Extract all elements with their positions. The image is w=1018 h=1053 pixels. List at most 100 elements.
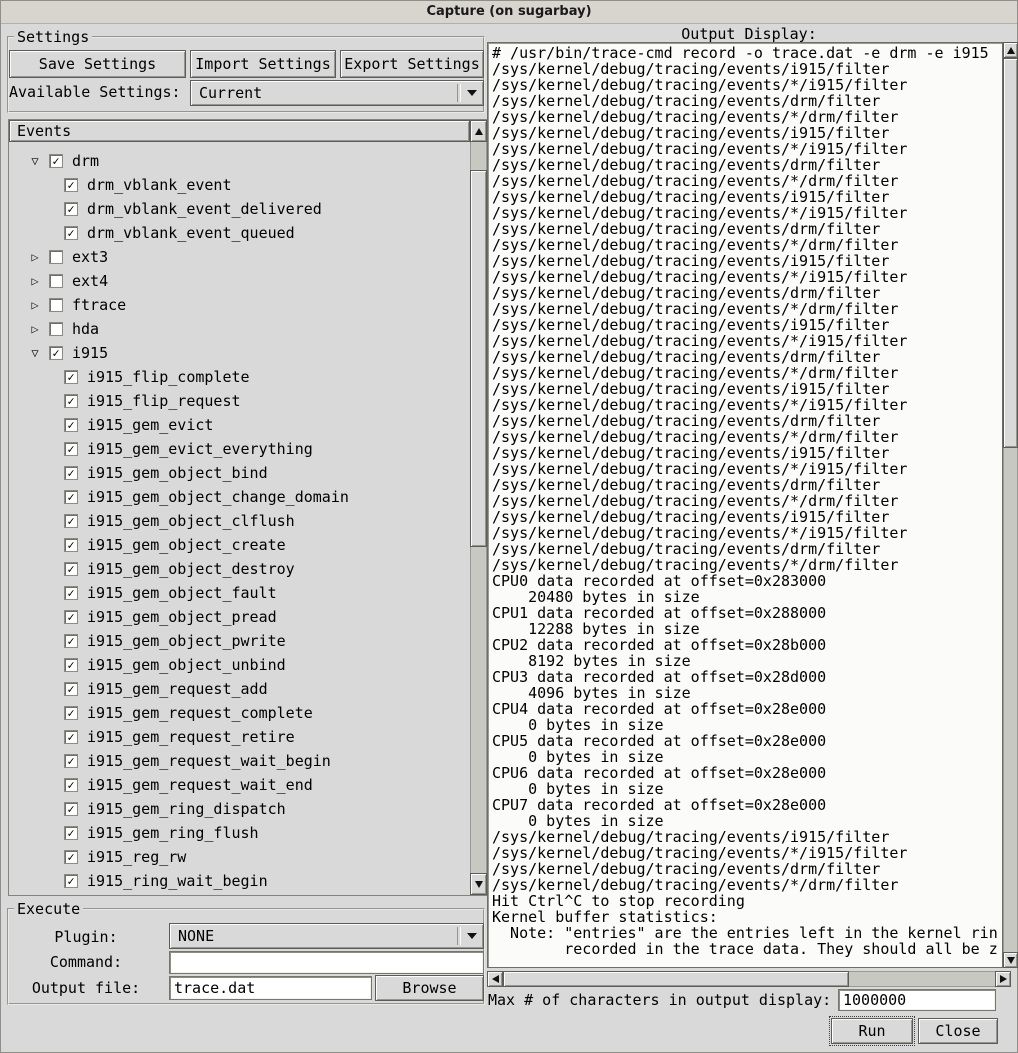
- events-scroll-up-button[interactable]: [470, 120, 487, 142]
- expander-closed-icon[interactable]: ▷: [27, 298, 43, 312]
- save-settings-button[interactable]: Save Settings: [9, 50, 186, 78]
- event-tree-row[interactable]: ✓i915_gem_request_add: [9, 677, 470, 701]
- event-checkbox[interactable]: ✓: [64, 226, 78, 240]
- event-checkbox[interactable]: ✓: [64, 490, 78, 504]
- event-tree-row[interactable]: ✓ i915_gem_object_bind: [9, 461, 470, 485]
- event-tree-row[interactable]: ✓i915_gem_evict_everything: [9, 437, 470, 461]
- event-tree-row[interactable]: ✓drm_vblank_event: [9, 173, 470, 197]
- event-checkbox[interactable]: ✓: [64, 514, 78, 528]
- event-checkbox[interactable]: [49, 298, 63, 312]
- event-checkbox[interactable]: ✓: [64, 442, 78, 456]
- event-tree-row[interactable]: ▷ext3: [9, 245, 470, 269]
- available-settings-combo[interactable]: Current: [190, 80, 484, 106]
- event-label[interactable]: i915_ring_wait_begin: [87, 872, 268, 890]
- event-checkbox[interactable]: ✓: [64, 802, 78, 816]
- event-label[interactable]: drm_vblank_event_queued: [87, 224, 295, 242]
- event-checkbox[interactable]: ✓: [64, 202, 78, 216]
- events-column-header[interactable]: Events: [9, 120, 470, 142]
- expander-closed-icon[interactable]: ▷: [27, 322, 43, 336]
- event-checkbox[interactable]: ✓: [64, 538, 78, 552]
- expander-open-icon[interactable]: ▽: [27, 346, 43, 360]
- event-tree-row[interactable]: ▷ ext4: [9, 269, 470, 293]
- command-input[interactable]: [169, 951, 484, 974]
- output-file-input[interactable]: [169, 976, 372, 1000]
- event-tree-row[interactable]: ✓ drm_vblank_event_delivered: [9, 197, 470, 221]
- event-tree-row[interactable]: ✓ i915_gem_evict: [9, 413, 470, 437]
- event-checkbox[interactable]: ✓: [64, 178, 78, 192]
- event-tree-row[interactable]: ✓ i915_gem_object_unbind: [9, 653, 470, 677]
- event-tree-row[interactable]: ✓ i915_gem_request_retire: [9, 725, 470, 749]
- event-label[interactable]: i915_flip_complete: [87, 368, 250, 386]
- event-tree-row[interactable]: ▽✓drm: [9, 149, 470, 173]
- event-tree-row[interactable]: ✓ i915_reg_rw: [9, 845, 470, 869]
- event-label[interactable]: drm_vblank_event_delivered: [87, 200, 322, 218]
- output-display[interactable]: # /usr/bin/trace-cmd record -o trace.dat…: [487, 42, 1003, 968]
- output-scroll-up-button[interactable]: [1003, 42, 1018, 58]
- event-label[interactable]: i915_gem_object_fault: [87, 584, 277, 602]
- event-tree-row[interactable]: ✓ i915_gem_object_change_domain: [9, 485, 470, 509]
- event-checkbox[interactable]: ✓: [64, 562, 78, 576]
- event-checkbox[interactable]: ✓: [64, 418, 78, 432]
- plugin-combo[interactable]: NONE: [169, 923, 484, 949]
- event-checkbox[interactable]: ✓: [64, 850, 78, 864]
- event-label[interactable]: i915_reg_rw: [87, 848, 186, 866]
- close-button[interactable]: Close: [918, 1018, 998, 1044]
- event-label[interactable]: i915_gem_ring_flush: [87, 824, 259, 842]
- event-tree-row[interactable]: ✓ i915_gem_object_clflush: [9, 509, 470, 533]
- event-checkbox[interactable]: ✓: [64, 754, 78, 768]
- event-checkbox[interactable]: ✓: [64, 370, 78, 384]
- event-checkbox[interactable]: ✓: [49, 154, 63, 168]
- event-tree-row[interactable]: ✓i915_gem_object_pwrite: [9, 629, 470, 653]
- event-label[interactable]: i915_gem_request_complete: [87, 704, 313, 722]
- event-tree-row[interactable]: ✓i915_gem_request_wait_begin: [9, 749, 470, 773]
- export-settings-button[interactable]: Export Settings: [340, 50, 484, 78]
- event-label[interactable]: i915_gem_object_unbind: [87, 656, 286, 674]
- event-tree-row[interactable]: ✓i915_gem_object_destroy: [9, 557, 470, 581]
- event-checkbox[interactable]: ✓: [64, 586, 78, 600]
- event-label[interactable]: drm: [72, 152, 99, 170]
- output-scroll-left-button[interactable]: [487, 971, 503, 987]
- event-tree-row[interactable]: ✓ i915_gem_request_complete: [9, 701, 470, 725]
- event-label[interactable]: ext4: [72, 272, 108, 290]
- event-checkbox[interactable]: ✓: [64, 730, 78, 744]
- event-label[interactable]: i915: [72, 344, 108, 362]
- event-label[interactable]: i915_flip_request: [87, 392, 241, 410]
- event-label[interactable]: hda: [72, 320, 99, 338]
- expander-closed-icon[interactable]: ▷: [27, 274, 43, 288]
- event-label[interactable]: i915_gem_request_wait_end: [87, 776, 313, 794]
- event-label[interactable]: i915_gem_object_create: [87, 536, 286, 554]
- event-label[interactable]: ftrace: [72, 296, 126, 314]
- events-tree[interactable]: ▽✓drm✓drm_vblank_event✓drm_vblank_event_…: [9, 142, 470, 895]
- event-label[interactable]: i915_gem_request_add: [87, 680, 268, 698]
- event-tree-row[interactable]: ✓ i915_flip_complete: [9, 365, 470, 389]
- output-hscrollbar-thumb[interactable]: [503, 971, 849, 987]
- event-tree-row[interactable]: ▷ hda: [9, 317, 470, 341]
- window-titlebar[interactable]: Capture (on sugarbay): [1, 1, 1017, 24]
- event-tree-row[interactable]: ✓i915_gem_object_pread: [9, 605, 470, 629]
- run-button[interactable]: Run: [831, 1018, 913, 1044]
- expander-closed-icon[interactable]: ▷: [27, 250, 43, 264]
- event-tree-row[interactable]: ▽✓i915: [9, 341, 470, 365]
- browse-button[interactable]: Browse: [375, 975, 484, 1001]
- event-checkbox[interactable]: [49, 250, 63, 264]
- event-tree-row[interactable]: ✓ i915_ring_wait_begin: [9, 869, 470, 893]
- event-label[interactable]: i915_gem_evict: [87, 416, 213, 434]
- event-tree-row[interactable]: ✓ i915_gem_ring_flush: [9, 821, 470, 845]
- event-label[interactable]: i915_gem_request_retire: [87, 728, 295, 746]
- event-tree-row[interactable]: ✓ i915_gem_object_create: [9, 533, 470, 557]
- event-label[interactable]: i915_gem_object_bind: [87, 464, 268, 482]
- output-vscrollbar-thumb[interactable]: [1003, 58, 1018, 448]
- event-checkbox[interactable]: ✓: [64, 874, 78, 888]
- event-checkbox[interactable]: [49, 322, 63, 336]
- event-checkbox[interactable]: [49, 274, 63, 288]
- event-checkbox[interactable]: ✓: [64, 778, 78, 792]
- output-scroll-down-button[interactable]: [1003, 952, 1018, 968]
- event-checkbox[interactable]: ✓: [64, 826, 78, 840]
- event-checkbox[interactable]: ✓: [64, 706, 78, 720]
- event-label[interactable]: i915_gem_object_pwrite: [87, 632, 286, 650]
- event-checkbox[interactable]: ✓: [64, 466, 78, 480]
- event-tree-row[interactable]: ✓ i915_gem_object_fault: [9, 581, 470, 605]
- event-label[interactable]: i915_gem_object_clflush: [87, 512, 295, 530]
- event-label[interactable]: i915_gem_object_change_domain: [87, 488, 349, 506]
- event-checkbox[interactable]: ✓: [64, 658, 78, 672]
